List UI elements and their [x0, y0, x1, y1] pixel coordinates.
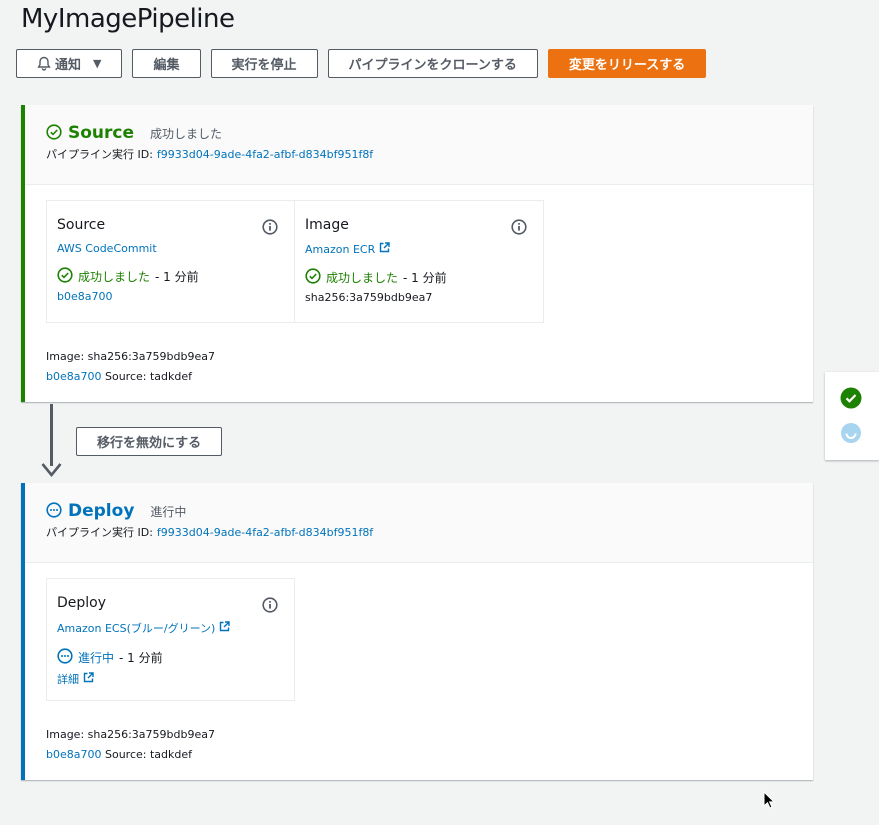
artifacts: Image: sha256:3a759bdb9ea7 b0e8a700 Sour… [46, 347, 813, 387]
artifacts: Image: sha256:3a759bdb9ea7 b0e8a700 Sour… [46, 725, 813, 765]
stage-header: Source 成功しました パイプライン実行 ID: f9933d04-9ade-… [21, 105, 813, 185]
status-time: - 1 分前 [119, 651, 163, 665]
deploy-stage: Deploy 進行中 パイプライン実行 ID: f9933d04-9ade-4fa… [21, 483, 813, 780]
stage-status-panel [825, 372, 879, 460]
status-time: - 1 分前 [155, 270, 199, 284]
artifact-source: Source: tadkdef [104, 748, 192, 761]
toolbar: 通知 ▼ 編集 実行を停止 パイプラインをクローンする 変更をリリースする [16, 49, 707, 78]
transition-line [50, 404, 53, 466]
source-stage: Source 成功しました パイプライン実行 ID: f9933d04-9ade-… [21, 105, 813, 402]
in-progress-icon [46, 501, 62, 521]
action-title: Image [305, 217, 349, 233]
clone-pipeline-button[interactable]: パイプラインをクローンする [327, 49, 538, 78]
status-text: 成功しました [78, 270, 151, 284]
stop-execution-button[interactable]: 実行を停止 [210, 49, 318, 78]
in-progress-status-icon[interactable] [840, 422, 862, 447]
notify-dropdown-button[interactable]: 通知 ▼ [16, 49, 123, 78]
execution-id-label: パイプライン実行 ID: [46, 148, 153, 161]
action-title: Deploy [57, 595, 107, 611]
execution-id: パイプライン実行 ID: f9933d04-9ade-4fa2-afbf-d834… [46, 524, 813, 540]
artifact-commit-link[interactable]: b0e8a700 [46, 748, 101, 761]
bell-icon [37, 56, 51, 71]
stage-name: Deploy [68, 501, 135, 521]
artifact-image: Image: sha256:3a759bdb9ea7 [46, 728, 215, 741]
external-link-icon[interactable] [83, 672, 94, 686]
action-title: Source [57, 217, 106, 233]
action-card: Image Amazon ECR 成功しました - 1 分前 sha256:3a… [295, 200, 544, 323]
info-icon[interactable] [262, 219, 278, 238]
notify-label: 通知 [55, 58, 82, 73]
in-progress-icon [57, 648, 73, 667]
commit-link[interactable]: b0e8a700 [57, 290, 112, 303]
external-link-icon[interactable] [219, 621, 231, 635]
check-circle-icon [57, 267, 73, 286]
details-link[interactable]: 詳細 [57, 671, 79, 687]
action-status: 成功しました - 1 分前 [305, 268, 533, 287]
action-status: 成功しました - 1 分前 [57, 267, 284, 286]
action-card: Source AWS CodeCommit 成功しました - 1 分前 b0e8… [46, 200, 295, 323]
disable-transition-button[interactable]: 移行を無効にする [76, 427, 223, 456]
actions: Source AWS CodeCommit 成功しました - 1 分前 b0e8… [46, 200, 813, 323]
external-link-icon[interactable] [379, 242, 390, 256]
execution-id-link[interactable]: f9933d04-9ade-4fa2-afbf-d834bf951f8f [157, 148, 373, 161]
image-digest: sha256:3a759bdb9ea7 [305, 291, 433, 304]
page-title: MyImagePipeline [21, 4, 235, 34]
execution-id: パイプライン実行 ID: f9933d04-9ade-4fa2-afbf-d834… [46, 146, 813, 162]
stage-status: 成功しました [150, 126, 223, 141]
stage-name: Source [68, 123, 135, 143]
provider-link[interactable]: Amazon ECS(ブルー/グリーン) [57, 620, 215, 636]
status-text: 成功しました [326, 271, 399, 285]
artifact-image: Image: sha256:3a759bdb9ea7 [46, 350, 215, 363]
stage-status: 進行中 [150, 504, 187, 519]
caret-down-icon: ▼ [93, 57, 102, 70]
status-text: 進行中 [78, 651, 115, 665]
success-status-icon[interactable] [840, 387, 862, 412]
provider-link[interactable]: AWS CodeCommit [57, 242, 157, 255]
execution-id-link[interactable]: f9933d04-9ade-4fa2-afbf-d834bf951f8f [157, 526, 373, 539]
check-circle-icon [305, 268, 321, 287]
provider-link[interactable]: Amazon ECR [305, 243, 375, 256]
execution-id-label: パイプライン実行 ID: [46, 526, 153, 539]
status-time: - 1 分前 [403, 271, 447, 285]
info-icon[interactable] [511, 219, 527, 238]
action-status: 進行中 - 1 分前 [57, 648, 284, 667]
arrow-down-icon [41, 462, 62, 481]
info-icon[interactable] [262, 597, 278, 616]
action-card: Deploy Amazon ECS(ブルー/グリーン) 進行中 - 1 分前 詳… [46, 578, 295, 701]
actions: Deploy Amazon ECS(ブルー/グリーン) 進行中 - 1 分前 詳… [46, 578, 813, 701]
edit-button[interactable]: 編集 [132, 49, 201, 78]
stage-header: Deploy 進行中 パイプライン実行 ID: f9933d04-9ade-4fa… [21, 483, 813, 563]
check-circle-icon [46, 123, 62, 143]
artifact-commit-link[interactable]: b0e8a700 [46, 370, 101, 383]
release-change-button[interactable]: 変更をリリースする [547, 49, 707, 78]
cursor-icon [763, 790, 776, 812]
artifact-source: Source: tadkdef [104, 370, 192, 383]
